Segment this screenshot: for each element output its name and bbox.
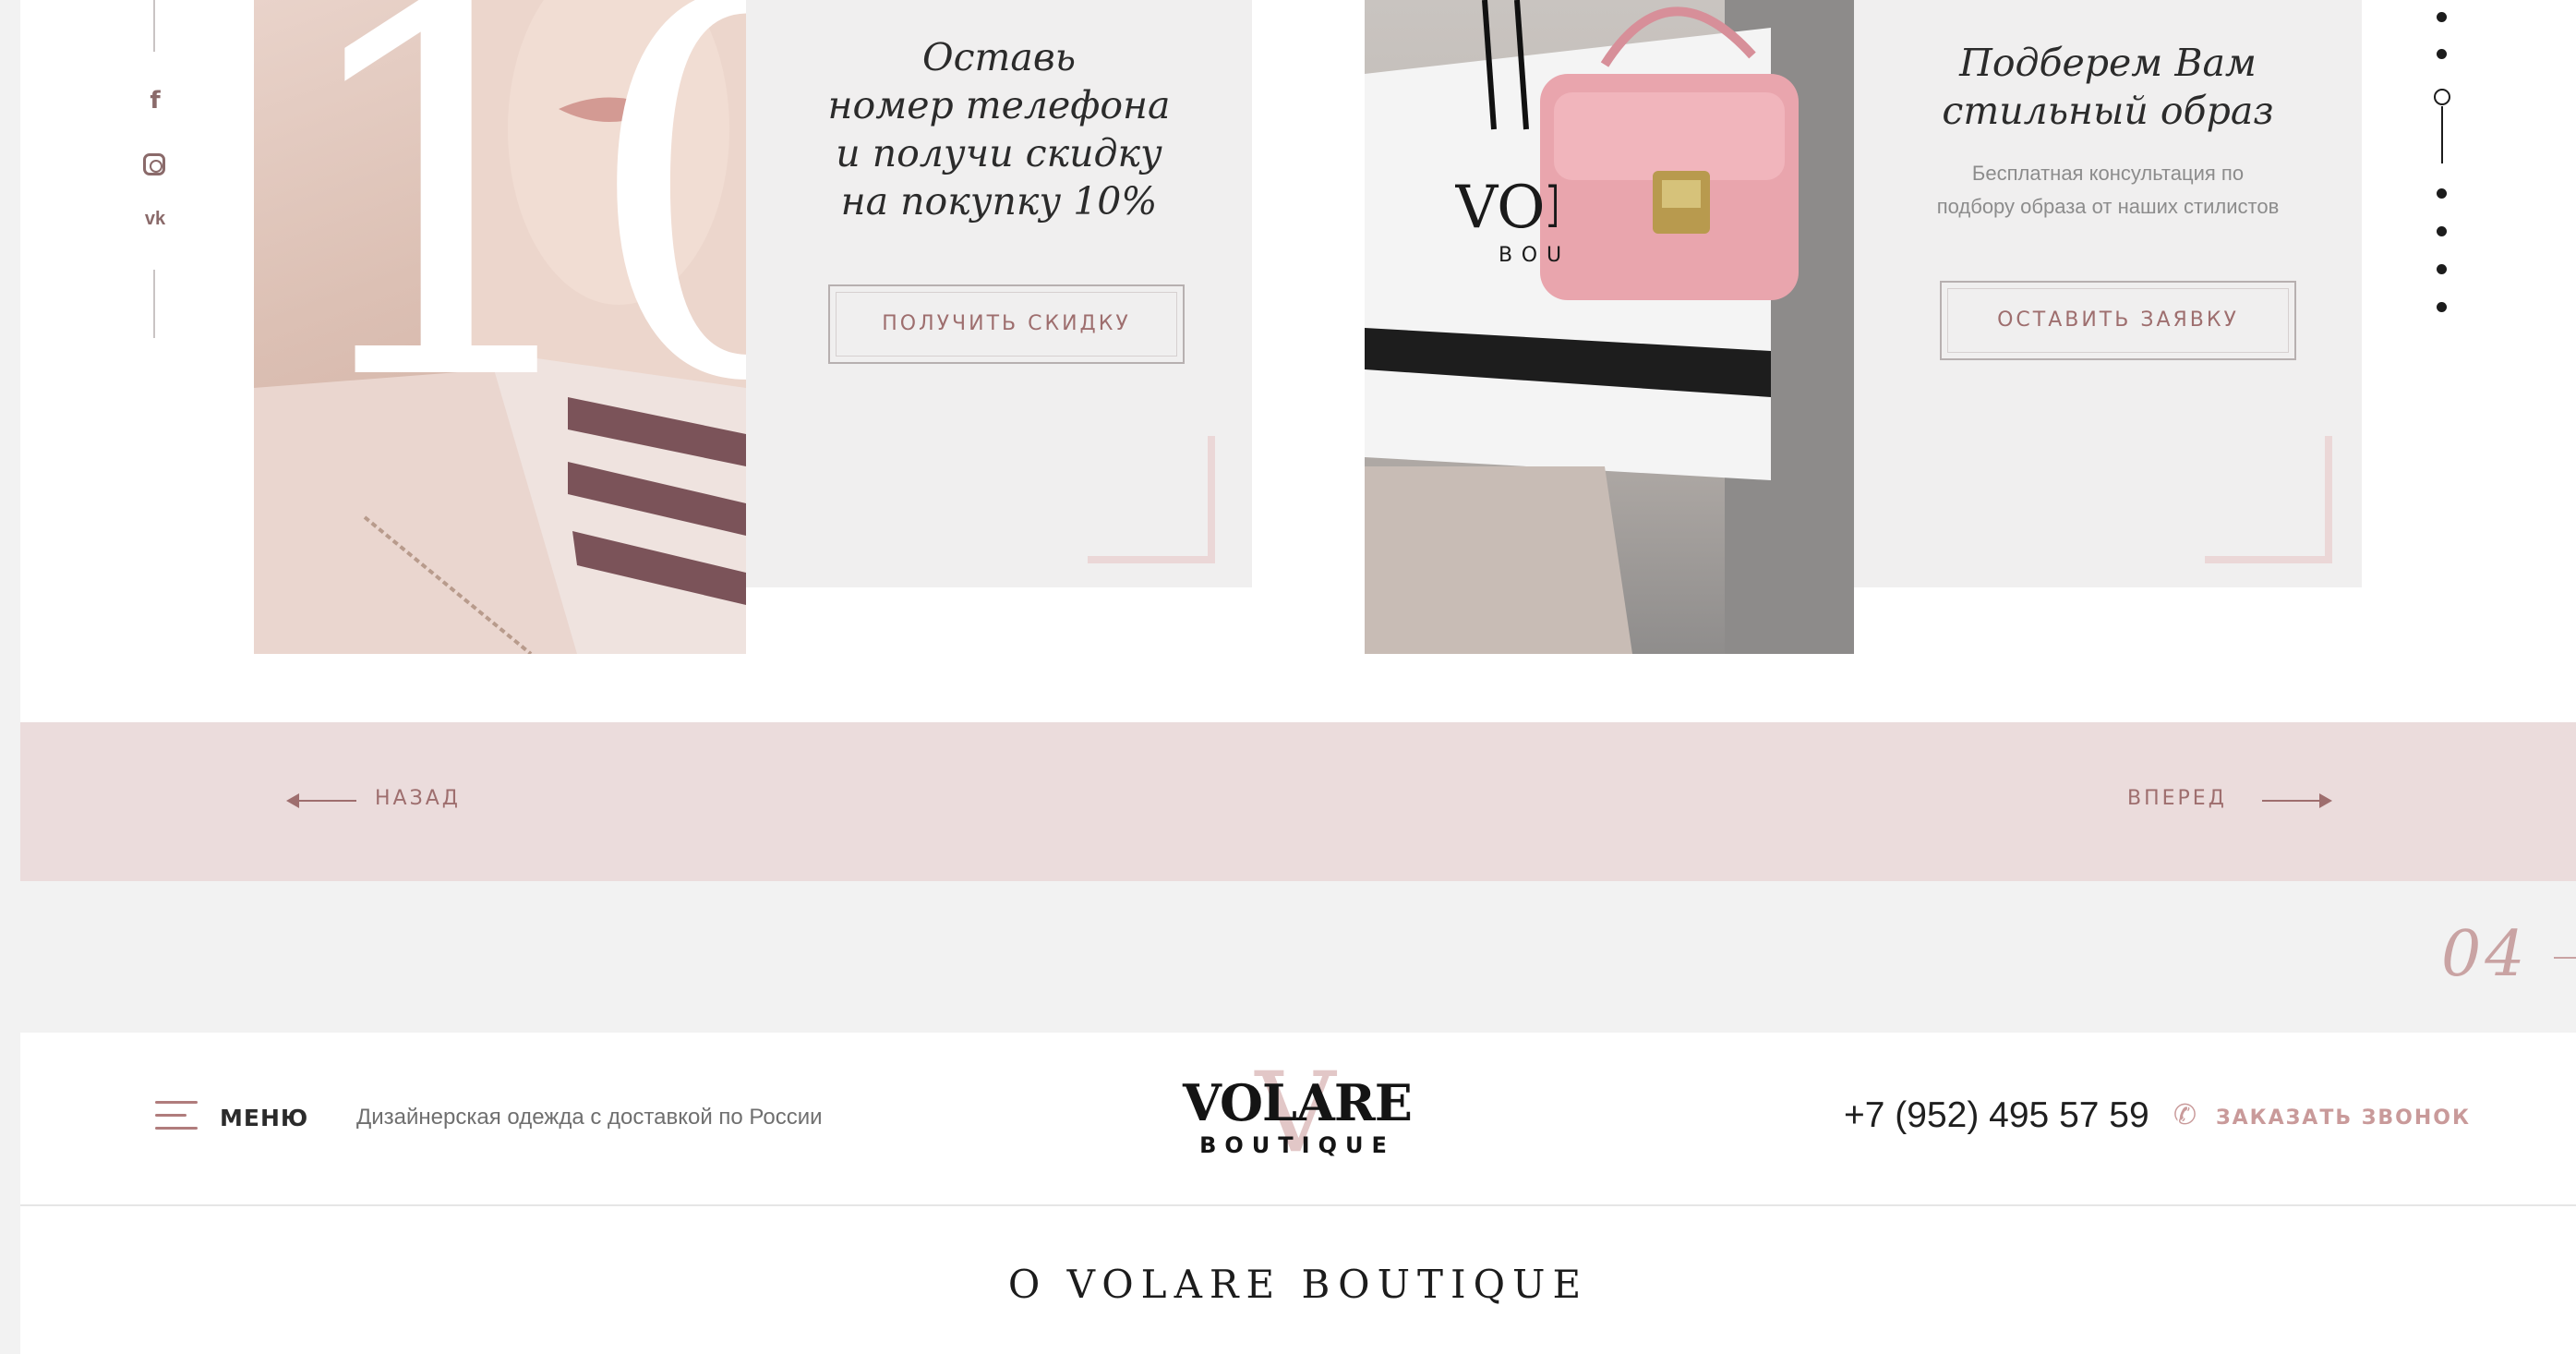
next-label: ВПЕРЕД xyxy=(2127,787,2227,810)
nav-dot[interactable] xyxy=(2437,226,2447,236)
logo[interactable]: V VOLARE BOUTIQUE xyxy=(1163,1058,1431,1180)
section-number-line xyxy=(2554,957,2576,959)
nav-dot[interactable] xyxy=(2437,188,2447,199)
prev-button[interactable]: НАЗАД xyxy=(286,781,489,822)
style-card-title: Подберем Вам стильный образ xyxy=(1942,41,2274,133)
promo-photo: 10 xyxy=(254,0,746,654)
style-card-text: Бесплатная консультация по подбору образ… xyxy=(1936,162,2280,218)
logo-sub-text: BOUTIQUE xyxy=(1199,1132,1395,1158)
nav-dot[interactable] xyxy=(2437,12,2447,22)
leave-request-button[interactable]: ОСТАВИТЬ ЗАЯВКУ xyxy=(1940,281,2296,360)
offers-section: f vk 10 Оставь номер телефона и получи с… xyxy=(20,0,2576,722)
promo-card: Оставь номер телефона и получи скидку на… xyxy=(746,0,1252,587)
nav-dot-line xyxy=(2441,106,2443,163)
nav-dot[interactable] xyxy=(2437,264,2447,274)
arrow-left-icon xyxy=(286,793,356,818)
vk-icon[interactable]: vk xyxy=(137,209,174,230)
section-number: 04 xyxy=(2441,918,2529,991)
header-tagline: Дизайнерская одежда с доставкой по Росси… xyxy=(356,1105,823,1130)
next-button[interactable]: ВПЕРЕД xyxy=(2127,781,2332,822)
card-corner-decor xyxy=(1088,436,1215,563)
promo-title: Оставь номер телефона и получи скидку на… xyxy=(827,35,1171,224)
bag-brand-subtext: BOU xyxy=(1499,244,1571,267)
instagram-icon[interactable] xyxy=(143,153,165,175)
bag-brand-text: VOLARE xyxy=(1455,174,1557,242)
prev-label: НАЗАД xyxy=(375,787,461,810)
get-discount-button[interactable]: ПОЛУЧИТЬ СКИДКУ xyxy=(828,284,1185,364)
about-section: О VOLARE BOUTIQUE xyxy=(20,1206,2576,1354)
nav-dot[interactable] xyxy=(2437,302,2447,312)
callback-label: ЗАКАЗАТЬ ЗВОНОК xyxy=(2216,1106,2471,1130)
nav-dot[interactable] xyxy=(2437,49,2447,59)
shopping-bag-photo: VOLARE BOU xyxy=(1365,0,1854,654)
discount-number: 10 xyxy=(282,0,746,495)
card-corner-decor xyxy=(2205,436,2332,563)
social-line-bottom xyxy=(153,270,155,338)
hamburger-menu-icon[interactable] xyxy=(155,1101,201,1132)
style-card: Подберем Вам стильный образ Бесплатная к… xyxy=(1854,0,2362,587)
slider-nav-bar: НАЗАД ВПЕРЕД xyxy=(20,722,2576,881)
callback-button[interactable]: ✆ ЗАКАЗАТЬ ЗВОНОК xyxy=(2168,1097,2482,1138)
nav-dot-active[interactable] xyxy=(2434,89,2450,105)
phone-icon: ✆ xyxy=(2173,1099,2197,1131)
site-header: МЕНЮ Дизайнерская одежда с доставкой по … xyxy=(20,1033,2576,1206)
menu-label[interactable]: МЕНЮ xyxy=(220,1105,308,1131)
arrow-right-icon xyxy=(2262,793,2332,818)
social-line-top xyxy=(153,0,155,52)
about-title: О VOLARE BOUTIQUE xyxy=(1007,1262,1589,1307)
facebook-icon[interactable]: f xyxy=(137,87,174,115)
logo-main-text: VOLARE xyxy=(1183,1073,1413,1132)
header-phone[interactable]: +7 (952) 495 57 59 xyxy=(1844,1095,2149,1136)
